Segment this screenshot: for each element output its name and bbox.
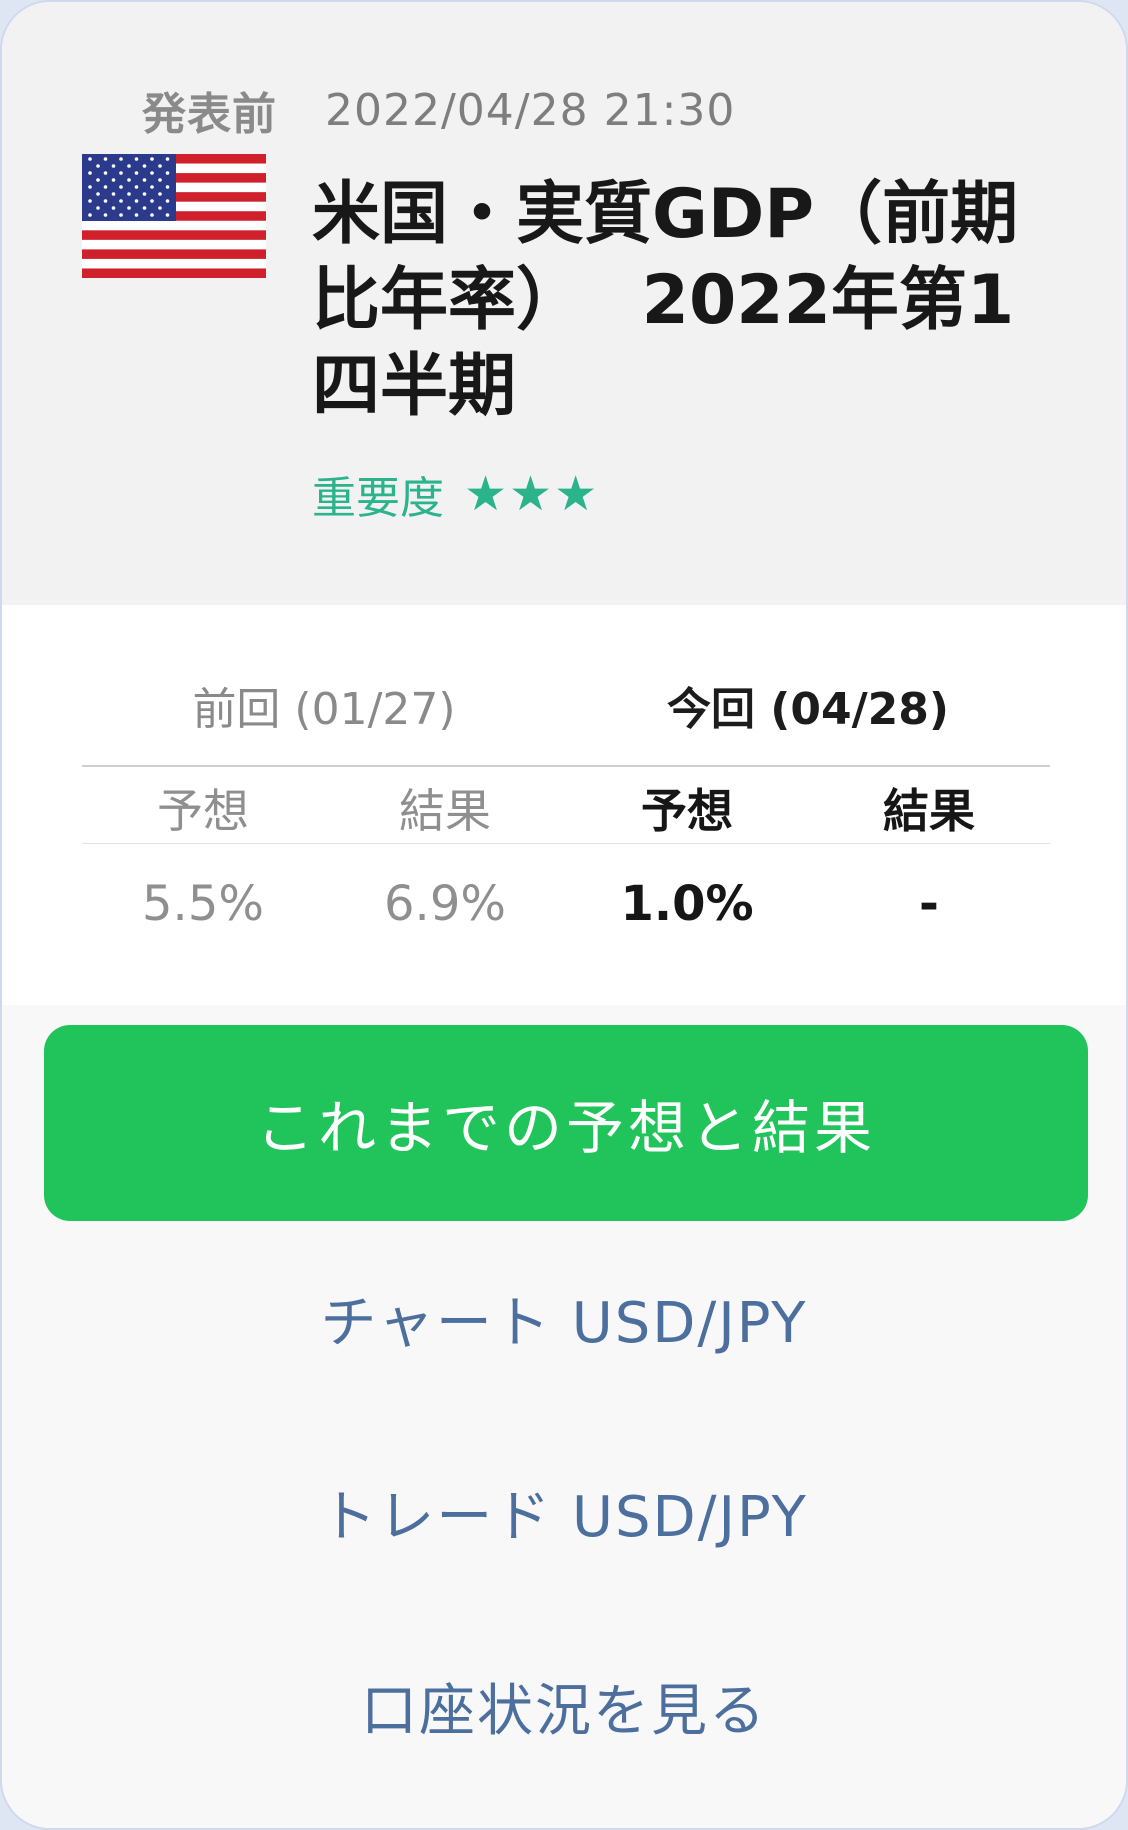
importance-stars: ★★★ <box>464 466 600 522</box>
event-detail-card: 発表前 2022/04/28 21:30 米国・実質GDP（前期 比年率） 20… <box>0 0 1128 1830</box>
account-status-link[interactable]: 口座状況を見る <box>2 1661 1126 1751</box>
current-result-header: 結果 <box>883 784 975 838</box>
event-title: 米国・実質GDP（前期 比年率） 2022年第1 四半期 <box>312 175 1019 426</box>
importance-label: 重要度 <box>312 473 444 524</box>
previous-period-header: 前回 (01/27) <box>192 684 456 735</box>
event-header: 発表前 2022/04/28 21:30 米国・実質GDP（前期 比年率） 20… <box>2 2 1126 605</box>
trade-usdjpy-link[interactable]: トレード USD/JPY <box>2 1467 1126 1557</box>
previous-result-header: 結果 <box>399 784 491 838</box>
status-row: 発表前 2022/04/28 21:30 <box>142 80 736 141</box>
current-result-value: - <box>919 876 939 932</box>
current-forecast-header: 予想 <box>641 784 733 838</box>
table-divider <box>82 765 1050 767</box>
status-label: 発表前 <box>142 89 277 140</box>
previous-result-value: 6.9% <box>384 876 506 932</box>
forecast-results-table: 前回 (01/27) 今回 (04/28) 予想 結果 予想 結果 5.5% 6… <box>2 605 1126 1005</box>
previous-forecast-header: 予想 <box>157 784 249 838</box>
current-period-header: 今回 (04/28) <box>666 684 950 735</box>
previous-forecast-value: 5.5% <box>142 876 264 932</box>
us-flag-icon <box>82 154 266 278</box>
importance-row: 重要度 ★★★ <box>312 464 599 524</box>
table-row-divider <box>82 843 1050 844</box>
current-forecast-value: 1.0% <box>620 876 754 932</box>
chart-usdjpy-link[interactable]: チャート USD/JPY <box>2 1273 1126 1363</box>
release-datetime: 2022/04/28 21:30 <box>325 84 736 136</box>
history-button[interactable]: これまでの予想と結果 <box>44 1025 1088 1221</box>
actions-section: これまでの予想と結果 チャート USD/JPY トレード USD/JPY 口座状… <box>2 1005 1126 1828</box>
